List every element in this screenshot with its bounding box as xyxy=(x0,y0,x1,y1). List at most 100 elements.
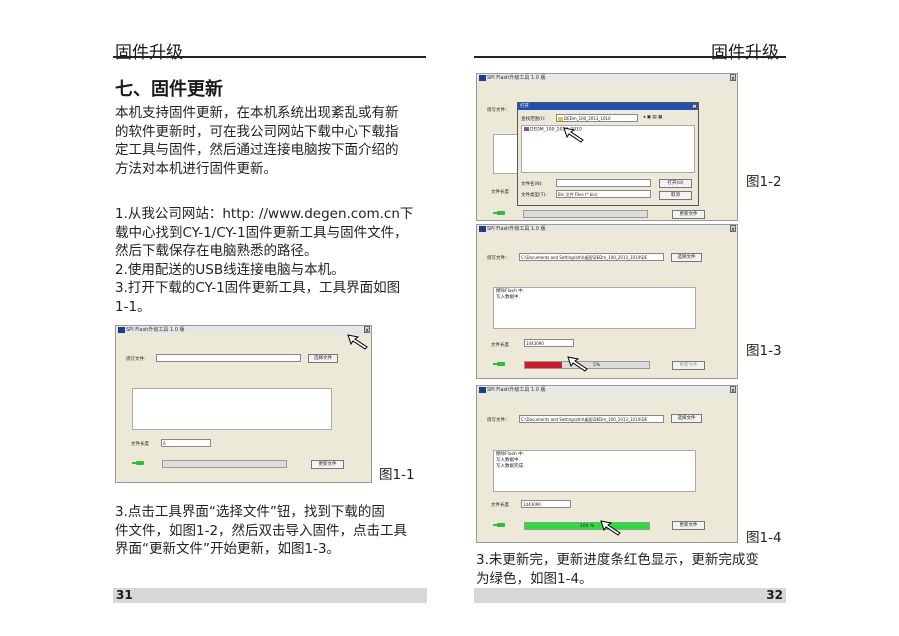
step3-line: 3.点击工具界面“选择文件”钮，找到下载的固 xyxy=(115,504,385,520)
select-file-button[interactable]: 选择文件 xyxy=(671,253,702,262)
nav-toolbar[interactable]: ◂ ▣ ▤ ▦ xyxy=(643,115,662,120)
cancel-button[interactable]: 取消 xyxy=(659,191,692,200)
tool-window-fig2: SPI Flash升级工具 1.0 版 x 烧写文件： 文件长度 更新文件 打开… xyxy=(476,73,738,221)
window-title: SPI Flash升级工具 1.0 版 xyxy=(126,327,185,333)
progress-bar xyxy=(162,460,287,468)
intro-line: 本机支持固件更新，在本机系统出现紊乱或有新 xyxy=(115,105,399,121)
window-titlebar: SPI Flash升级工具 1.0 版 xyxy=(116,326,371,334)
open-file-dialog: 打开 x 查找范围(I): DEDm_100_2013_1010 ◂ ▣ ▤ ▦… xyxy=(517,102,699,206)
file-label: 烧写文件： xyxy=(126,357,149,362)
section-title: 七、固件更新 xyxy=(115,79,223,100)
close-icon[interactable]: x xyxy=(730,386,736,394)
log-area: 擦除Flash 中. 写入数据中. xyxy=(493,287,696,329)
figure-label-1-3: 图1-3 xyxy=(746,343,782,359)
log-line: 写入数据中. xyxy=(496,295,520,300)
file-length-field: 1443090 xyxy=(521,500,571,508)
steps-line: 然后下载保存在电脑熟悉的路径。 xyxy=(115,243,318,259)
file-path-input[interactable]: C:\Documents and Settings\zhl\桌面\DEDm_10… xyxy=(519,253,664,261)
figure-label-1-2: 图1-2 xyxy=(746,174,782,190)
lookin-value: DEDm_100_2013_1010 xyxy=(564,116,611,121)
open-button[interactable]: 打开(O) xyxy=(659,179,692,188)
file-label: 烧写文件： xyxy=(487,256,510,261)
steps-line: 3.打开下载的CY-1固件更新工具，工具界面如图 xyxy=(115,280,401,296)
lookin-select[interactable]: DEDm_100_2013_1010 xyxy=(556,114,638,122)
progress-bar xyxy=(523,210,648,218)
update-file-button[interactable]: 更新文件 xyxy=(672,361,705,370)
filename-input[interactable] xyxy=(556,179,651,187)
steps-line: 1-1。 xyxy=(115,298,151,315)
left-header-title: 固件升级 xyxy=(115,43,183,63)
length-label: 文件长度 xyxy=(491,343,509,348)
update-file-button[interactable]: 更新文件 xyxy=(672,521,705,530)
length-label: 文件长度 xyxy=(491,503,509,508)
file-label: 烧写文件： xyxy=(487,418,510,423)
window-titlebar: SPI Flash升级工具 1.0 版 xyxy=(477,225,737,233)
lookin-label: 查找范围(I): xyxy=(521,117,546,122)
window-titlebar: SPI Flash升级工具 1.0 版 xyxy=(477,386,737,394)
log-area xyxy=(132,388,332,430)
select-file-button[interactable]: 选择文件 xyxy=(671,414,702,423)
file-path-input[interactable]: C:\Documents and Settings\zhl\桌面\DEDm_10… xyxy=(519,415,664,423)
cursor-arrow-icon xyxy=(563,127,584,143)
right-header-title: 固件升级 xyxy=(711,43,779,63)
dialog-titlebar: 打开 xyxy=(518,103,698,110)
caption-line: 为绿色，如图1-4。 xyxy=(476,570,593,587)
cursor-arrow-icon xyxy=(600,520,621,536)
file-label: 烧写文件： xyxy=(487,108,510,113)
app-logo-icon xyxy=(479,387,486,393)
steps-line: 1.从我公司网站：http: //www.degen.com.cn下 xyxy=(115,206,414,222)
cursor-arrow-icon xyxy=(567,356,588,372)
log-line: 写入数据完成. xyxy=(496,464,525,469)
log-area: 擦除Flash 中. 写入数据中. 写入数据完成. xyxy=(493,450,696,492)
file-path-input[interactable] xyxy=(156,354,301,362)
filetype-select[interactable]: Bin 文件 Files (*.bin) xyxy=(556,190,651,198)
close-icon[interactable]: x xyxy=(692,104,697,110)
app-logo-icon xyxy=(479,75,486,81)
steps-line: 2.使用配送的USB线连接电脑与本机。 xyxy=(115,261,345,278)
update-file-button[interactable]: 更新文件 xyxy=(672,210,705,219)
step3-line: 件文件，如图1-2，然后双击导入固件，点击工具 xyxy=(115,522,408,539)
close-icon[interactable]: x xyxy=(730,225,736,233)
steps-line: 载中心找到CY-1/CY-1固件更新工具与固件文件， xyxy=(115,224,408,241)
right-header-rule xyxy=(474,56,786,58)
filename-label: 文件名(N): xyxy=(521,182,543,187)
usb-icon xyxy=(493,521,507,529)
file-list[interactable]: DEDM_100_2013_1010 xyxy=(521,125,695,173)
intro-line: 的软件更新时，可在我公司网站下载中心下载指 xyxy=(115,123,399,140)
select-file-button[interactable]: 选择文件 xyxy=(308,354,338,363)
left-header-rule xyxy=(113,56,426,58)
close-icon[interactable]: x xyxy=(364,326,370,334)
close-icon[interactable]: x xyxy=(730,74,736,82)
figure-label-1-1: 图1-1 xyxy=(379,467,415,483)
figure-label-1-4: 图1-4 xyxy=(746,530,782,546)
cursor-arrow-icon xyxy=(347,334,368,350)
left-page-number: 31 xyxy=(113,588,427,603)
window-titlebar: SPI Flash升级工具 1.0 版 xyxy=(477,74,737,82)
progress-bar: 100 % xyxy=(524,522,650,530)
step3-line: 界面“更新文件”开始更新，如图1-3。 xyxy=(115,541,341,557)
app-logo-icon xyxy=(118,327,125,333)
update-file-button[interactable]: 更新文件 xyxy=(311,460,344,469)
right-page-number: 32 xyxy=(474,588,786,603)
window-title: SPI Flash升级工具 1.0 版 xyxy=(487,226,546,232)
step3-paragraph: 3.点击工具界面“选择文件”钮，找到下载的固 件文件，如图1-2，然后双击导入固… xyxy=(115,503,427,559)
intro-line: 定工具与固件，然后通过连接电脑按下面介绍的 xyxy=(115,142,399,158)
intro-line: 方法对本机进行固件更新。 xyxy=(115,160,277,177)
length-label: 文件长度 xyxy=(131,442,149,447)
steps-paragraph: 1.从我公司网站：http: //www.degen.com.cn下 载中心找到… xyxy=(115,205,427,316)
intro-paragraph: 本机支持固件更新，在本机系统出现紊乱或有新 的软件更新时，可在我公司网站下载中心… xyxy=(115,104,427,178)
file-length-field: 0 xyxy=(161,439,211,447)
bin-file-icon xyxy=(524,127,529,131)
usb-icon xyxy=(493,209,507,217)
window-title: SPI Flash升级工具 1.0 版 xyxy=(487,387,546,393)
usb-icon xyxy=(132,459,146,467)
filetype-label: 文件类型(T): xyxy=(521,193,547,198)
caption-line: 3.未更新完，更新进度条红色显示，更新完成变 xyxy=(476,552,759,568)
window-title: SPI Flash升级工具 1.0 版 xyxy=(487,75,546,81)
length-label: 文件长度 xyxy=(491,190,509,195)
caption-paragraph: 3.未更新完，更新进度条红色显示，更新完成变 为绿色，如图1-4。 xyxy=(476,551,788,588)
usb-icon xyxy=(493,360,507,368)
progress-percent: 100 % xyxy=(579,524,595,529)
tool-window-fig1: SPI Flash升级工具 1.0 版 x 烧写文件： 选择文件 文件长度 0 … xyxy=(115,325,372,483)
file-length-field: 1443090 xyxy=(524,339,574,347)
